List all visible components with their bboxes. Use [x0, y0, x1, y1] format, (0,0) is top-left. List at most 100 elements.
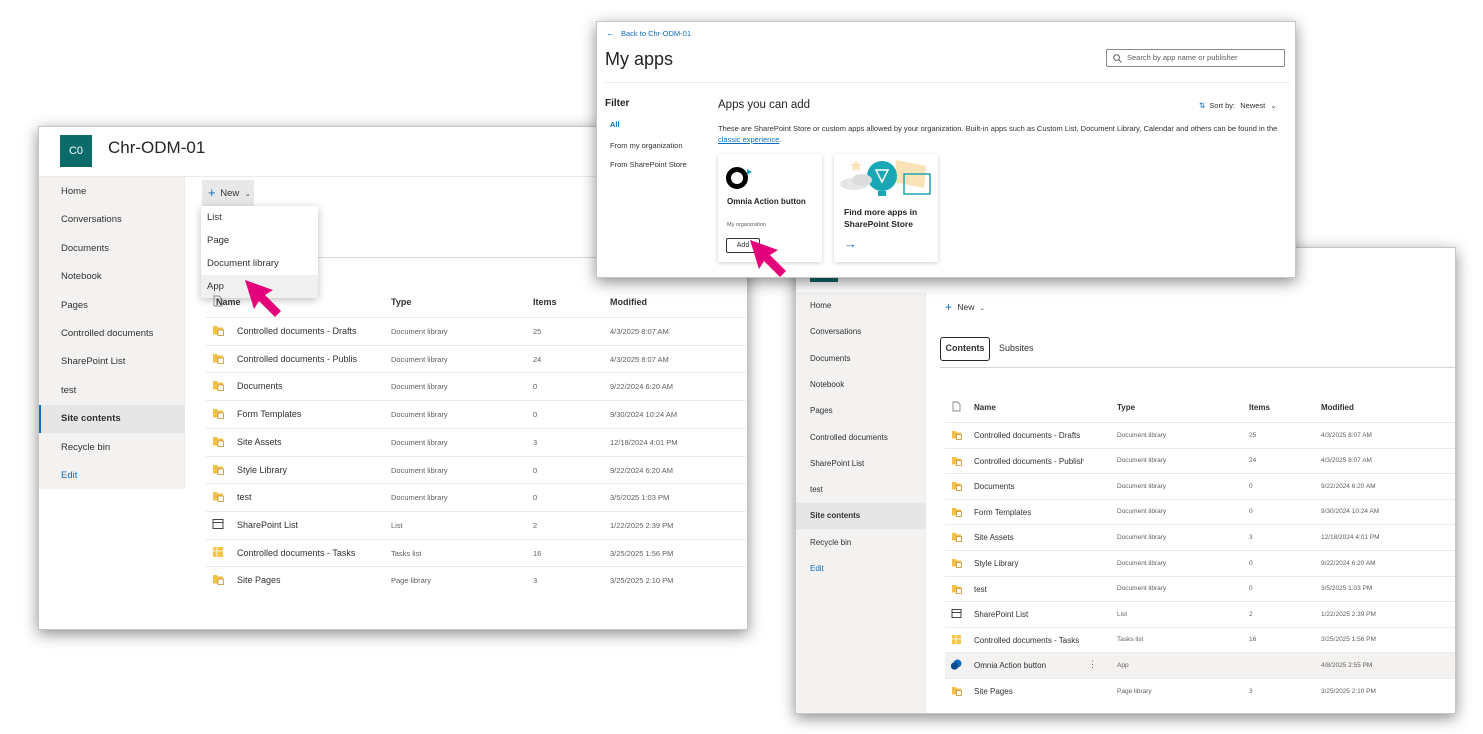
- row-name[interactable]: Site Assets: [237, 437, 357, 447]
- table-row[interactable]: Form Templates Document library 0 9/30/2024…: [206, 400, 746, 428]
- menu-item-list[interactable]: List: [201, 206, 318, 229]
- nav-item-test[interactable]: test: [796, 477, 926, 503]
- row-name[interactable]: Controlled documents - Drafts: [974, 431, 1084, 440]
- row-name[interactable]: SharePoint List: [237, 520, 357, 530]
- row-name[interactable]: Form Templates: [974, 508, 1084, 517]
- row-name[interactable]: Form Templates: [237, 409, 357, 419]
- table-row[interactable]: Documents Document library 0 9/22/2024 6:20…: [206, 372, 746, 400]
- sort-icon: ⇅: [1199, 101, 1206, 110]
- row-name[interactable]: Site Pages: [237, 575, 357, 585]
- nav-item-pages[interactable]: Pages: [796, 398, 926, 424]
- nav-item-sharepoint-list[interactable]: SharePoint List: [796, 451, 926, 477]
- nav-item-site-contents[interactable]: Site contents: [796, 503, 926, 530]
- row-name[interactable]: Style Library: [974, 559, 1084, 568]
- table-row[interactable]: test Document library 0 3/5/2025 1:03 PM: [206, 483, 746, 511]
- nav-item-notebook[interactable]: Notebook: [796, 372, 926, 398]
- column-header-modified[interactable]: Modified: [610, 297, 647, 307]
- row-items: 16: [533, 548, 542, 558]
- row-name[interactable]: Controlled documents - Published: [974, 457, 1084, 466]
- column-header-modified[interactable]: Modified: [1321, 403, 1354, 412]
- filter-from-my-organization[interactable]: From my organization: [610, 141, 683, 150]
- row-modified: 12/18/2024 4:01 PM: [610, 437, 678, 447]
- table-row[interactable]: Site Assets Document library 3 12/18/2024 4…: [945, 524, 1455, 550]
- table-row[interactable]: Site Pages Page library 3 3/25/2025 2:10 PM: [206, 566, 746, 594]
- back-link[interactable]: ← Back to Chr-ODM-01: [606, 28, 691, 38]
- nav-item-site-contents[interactable]: Site contents: [39, 405, 185, 434]
- table-row[interactable]: Controlled documents - Tasks Tasks list 16…: [206, 538, 746, 567]
- table-row[interactable]: Controlled documents - Published Document…: [945, 447, 1455, 474]
- table-row[interactable]: Controlled documents - Tasks Tasks list 16…: [945, 626, 1455, 653]
- new-button[interactable]: + New ⌄: [202, 180, 254, 206]
- table-row[interactable]: Style Library Document library 0 9/22/2024 …: [206, 455, 746, 484]
- row-name[interactable]: Documents: [974, 482, 1084, 491]
- row-name[interactable]: Omnia Action button: [974, 661, 1084, 670]
- more-options-icon[interactable]: ⋮: [1088, 659, 1097, 670]
- library-icon: [952, 456, 962, 466]
- sort-control[interactable]: ⇅ Sort by: Newest ⌄: [1199, 101, 1277, 110]
- row-modified: 12/18/2024 4:01 PM: [1321, 533, 1380, 541]
- tasks-icon: [213, 546, 223, 557]
- row-name[interactable]: Controlled documents - Published: [237, 354, 357, 364]
- nav-item-conversations[interactable]: Conversations: [796, 319, 926, 345]
- nav-item-edit[interactable]: Edit: [39, 462, 185, 490]
- row-type: Page library: [391, 576, 432, 586]
- menu-item-page[interactable]: Page: [201, 229, 318, 252]
- row-name[interactable]: Documents: [237, 381, 357, 391]
- table-row[interactable]: Form Templates Document library 0 9/30/2024…: [945, 498, 1455, 525]
- table-row[interactable]: test Document library 0 3/5/2025 1:03 PM: [945, 575, 1455, 602]
- filter-from-sharepoint-store[interactable]: From SharePoint Store: [610, 160, 687, 169]
- table-row[interactable]: SharePoint List List 2 1/22/2025 2:39 PM: [945, 601, 1455, 627]
- row-type: Document library: [391, 437, 448, 447]
- nav-item-conversations[interactable]: Conversations: [39, 206, 185, 234]
- nav-item-edit[interactable]: Edit: [796, 556, 926, 582]
- classic-experience-link[interactable]: classic experience: [718, 135, 779, 144]
- table-row[interactable]: Style Library Document library 0 9/22/2024 …: [945, 550, 1455, 576]
- nav-item-home[interactable]: Home: [39, 178, 185, 206]
- site-logo[interactable]: C0: [60, 135, 92, 167]
- nav-item-controlled-documents[interactable]: Controlled documents: [796, 425, 926, 451]
- row-name[interactable]: Controlled documents - Tasks: [237, 548, 357, 558]
- row-name[interactable]: SharePoint List: [974, 610, 1084, 619]
- table-row[interactable]: Documents Document library 0 9/22/2024 6:20…: [945, 473, 1455, 499]
- sharepoint-store-card[interactable]: Find more apps in SharePoint Store →: [834, 154, 938, 262]
- table-row[interactable]: Controlled documents - Drafts Document li…: [945, 422, 1455, 448]
- table-row[interactable]: Site Pages Page library 3 3/25/2025 2:10 PM: [945, 678, 1455, 704]
- nav-item-pages[interactable]: Pages: [39, 292, 185, 320]
- column-header-type[interactable]: Type: [1117, 403, 1135, 412]
- row-name[interactable]: Controlled documents - Drafts: [237, 326, 357, 336]
- nav-item-controlled-documents[interactable]: Controlled documents: [39, 320, 185, 348]
- arrow-right-icon[interactable]: →: [844, 236, 857, 251]
- row-modified: 3/25/2025 1:56 PM: [610, 548, 674, 558]
- table-row[interactable]: Controlled documents - Published Document…: [206, 344, 746, 373]
- column-header-items[interactable]: Items: [533, 297, 557, 307]
- tab-subsites[interactable]: Subsites: [999, 343, 1034, 353]
- row-modified: 4/3/2025 8:07 AM: [1321, 431, 1372, 439]
- table-row[interactable]: Site Assets Document library 3 12/18/2024 4…: [206, 427, 746, 456]
- row-name[interactable]: Site Pages: [974, 687, 1084, 696]
- row-name[interactable]: test: [974, 585, 1084, 594]
- tab-contents[interactable]: Contents: [940, 337, 990, 361]
- column-header-name[interactable]: Name: [974, 403, 996, 412]
- table-row[interactable]: Omnia Action button ⋮ App 4/8/2025 2:55 PM: [945, 652, 1455, 678]
- nav-item-recycle-bin[interactable]: Recycle bin: [796, 530, 926, 556]
- row-name[interactable]: Site Assets: [974, 533, 1084, 542]
- new-button[interactable]: + New ⌄: [945, 300, 985, 314]
- nav-item-notebook[interactable]: Notebook: [39, 263, 185, 291]
- nav-item-documents[interactable]: Documents: [796, 346, 926, 372]
- nav-item-home[interactable]: Home: [796, 293, 926, 319]
- row-name[interactable]: Style Library: [237, 465, 357, 475]
- nav-item-test[interactable]: test: [39, 377, 185, 405]
- table-row[interactable]: SharePoint List List 2 1/22/2025 2:39 PM: [206, 510, 746, 539]
- column-header-items[interactable]: Items: [1249, 403, 1270, 412]
- row-name[interactable]: test: [237, 492, 357, 502]
- nav-item-sharepoint-list[interactable]: SharePoint List: [39, 348, 185, 376]
- table-row[interactable]: Controlled documents - Drafts Document li…: [206, 317, 746, 345]
- column-header-type[interactable]: Type: [391, 297, 411, 307]
- nav-item-recycle-bin[interactable]: Recycle bin: [39, 434, 185, 462]
- row-name[interactable]: Controlled documents - Tasks: [974, 636, 1084, 645]
- menu-item-document-library[interactable]: Document library: [201, 252, 318, 275]
- nav-item-documents[interactable]: Documents: [39, 235, 185, 263]
- filter-all[interactable]: All: [610, 120, 620, 129]
- site-title[interactable]: Chr-ODM-01: [108, 138, 205, 158]
- search-input[interactable]: Search by app name or publisher: [1106, 49, 1285, 67]
